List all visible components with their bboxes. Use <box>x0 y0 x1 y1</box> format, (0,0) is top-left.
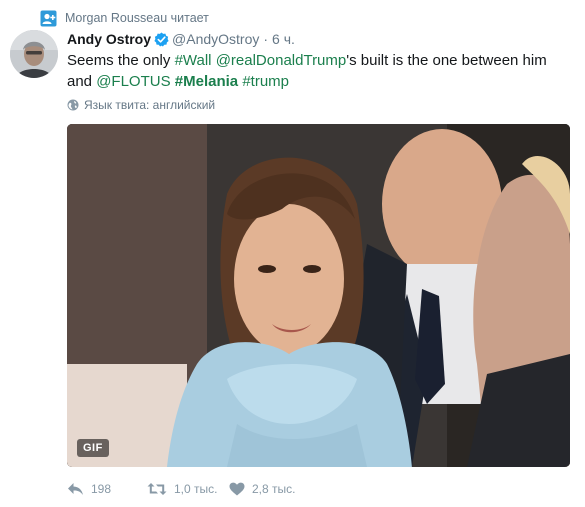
retweet-count: 1,0 тыс. <box>174 482 218 496</box>
social-context: Morgan Rousseau читает <box>40 9 209 27</box>
tweet-text-plain: Seems the only <box>67 52 175 69</box>
gif-badge: GIF <box>77 439 109 457</box>
reply-icon <box>68 483 83 495</box>
like-count: 2,8 тыс. <box>252 482 296 496</box>
retweet-icon <box>147 483 167 495</box>
heart-icon <box>229 482 245 496</box>
tweet-timestamp[interactable]: 6 ч. <box>272 31 295 47</box>
globe-icon <box>67 99 79 111</box>
author-name[interactable]: Andy Ostroy <box>67 31 151 47</box>
reply-count: 198 <box>91 482 112 496</box>
hashtag-wall[interactable]: #Wall <box>175 52 212 69</box>
retweet-button[interactable]: 1,0 тыс. <box>147 482 229 496</box>
gif-media[interactable]: GIF <box>67 124 570 467</box>
avatar[interactable] <box>10 30 58 78</box>
hashtag-trump[interactable]: #trump <box>242 73 289 90</box>
header-separator: · <box>263 31 269 47</box>
tweet-header: Andy Ostroy @AndyOstroy · 6 ч. <box>67 29 295 49</box>
hashtag-melania[interactable]: #Melania <box>175 73 238 90</box>
social-context-text[interactable]: Morgan Rousseau читает <box>65 11 209 25</box>
tweet-language: Язык твита: английский <box>67 97 215 113</box>
reply-button[interactable]: 198 <box>67 482 147 496</box>
tweet-text: Seems the only #Wall @realDonaldTrump's … <box>67 50 567 92</box>
gif-frame <box>67 124 570 467</box>
author-handle[interactable]: @AndyOstroy <box>172 31 259 47</box>
tweet-actions: 198 1,0 тыс. 2,8 тыс. <box>67 478 319 500</box>
mention-flotus[interactable]: @FLOTUS <box>96 73 170 90</box>
like-button[interactable]: 2,8 тыс. <box>229 482 319 496</box>
person-follow-icon <box>40 10 57 26</box>
mention-realdonaldtrump[interactable]: @realDonaldTrump <box>216 52 347 69</box>
tweet-language-text[interactable]: Язык твита: английский <box>84 98 215 112</box>
verified-badge-icon <box>154 32 169 46</box>
